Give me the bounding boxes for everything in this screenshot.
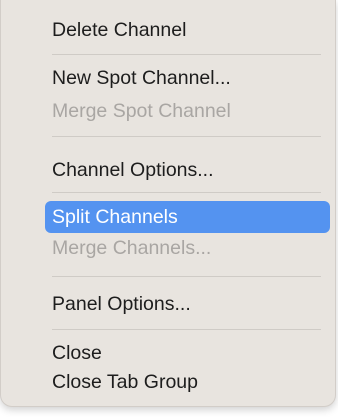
menu-item-close-tab-group[interactable]: Close Tab Group <box>52 368 198 396</box>
menu-item-close[interactable]: Close <box>52 339 102 367</box>
menu-item-channel-options[interactable]: Channel Options... <box>52 156 214 184</box>
menu-item-split-channels[interactable]: Split Channels <box>52 203 178 231</box>
menu-separator <box>52 136 321 137</box>
menu-item-merge-spot-channel: Merge Spot Channel <box>52 100 231 122</box>
menu-separator <box>52 54 321 55</box>
menu-item-merge-channels: Merge Channels... <box>52 237 212 259</box>
menu-separator <box>52 192 321 193</box>
context-menu: Delete Channel New Spot Channel... Merge… <box>0 0 336 407</box>
menu-item-panel-options[interactable]: Panel Options... <box>52 290 191 318</box>
menu-separator <box>52 276 321 277</box>
menu-item-delete-channel[interactable]: Delete Channel <box>52 16 186 44</box>
menu-item-new-spot-channel[interactable]: New Spot Channel... <box>52 64 231 92</box>
menu-separator <box>52 329 321 330</box>
